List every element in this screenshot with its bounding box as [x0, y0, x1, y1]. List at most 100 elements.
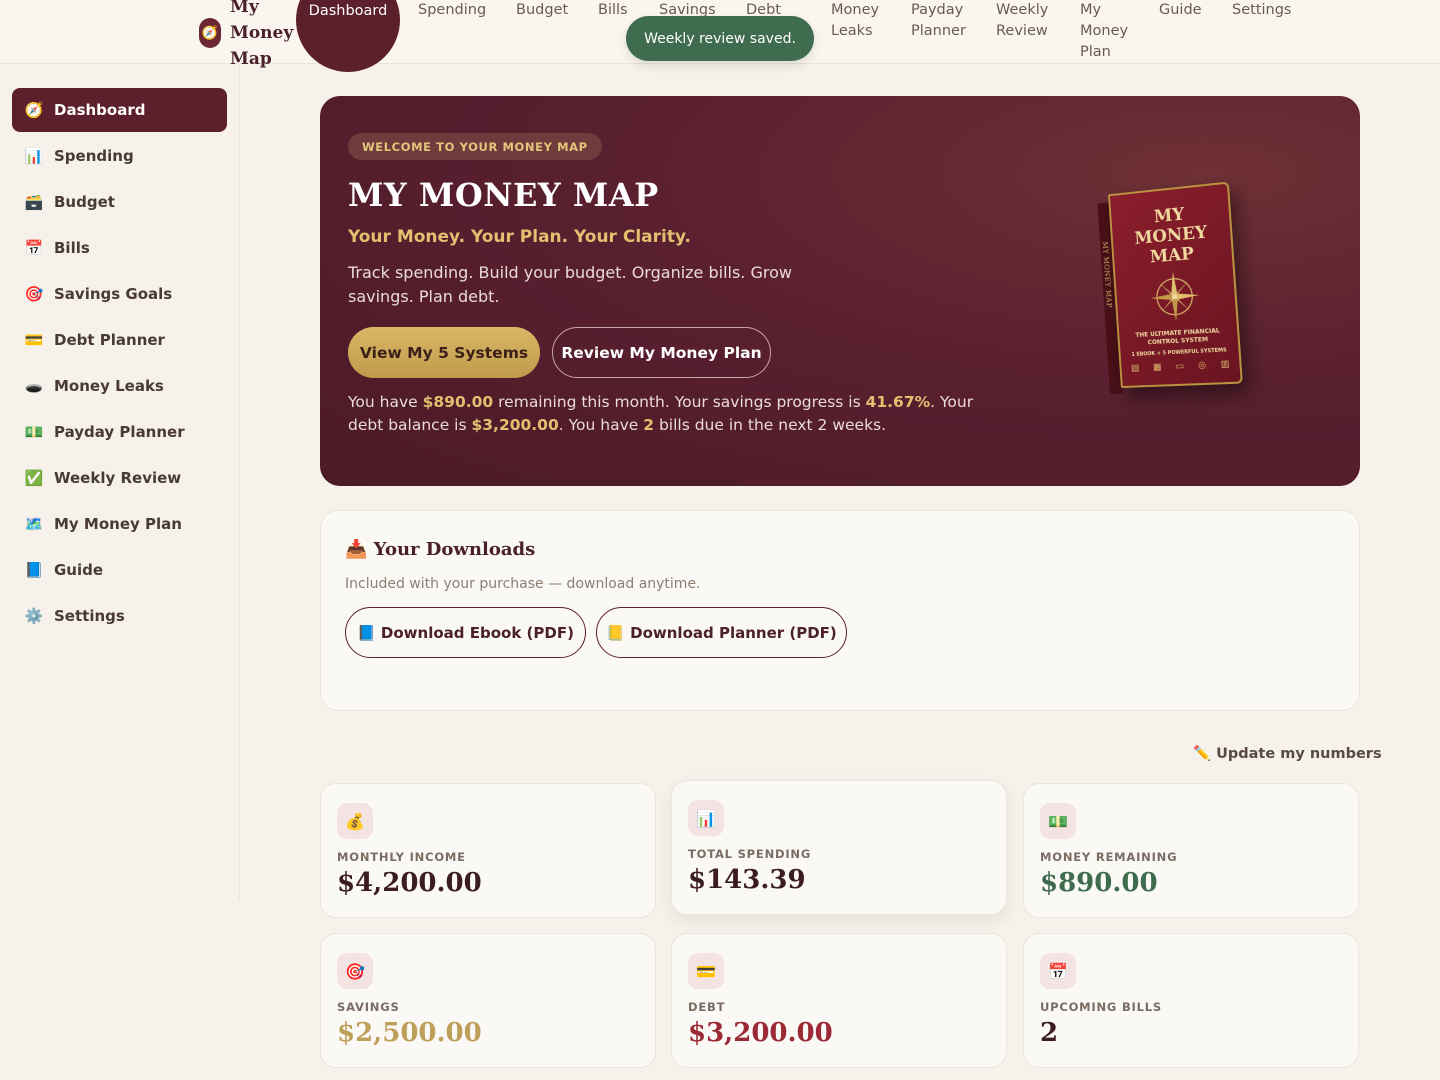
sidebar-item-settings[interactable]: ⚙️ Settings	[12, 594, 227, 638]
dollar-bill-icon: 💵	[24, 423, 44, 441]
stat-label: SAVINGS	[337, 1000, 400, 1014]
stat-label: MONTHLY INCOME	[337, 850, 466, 864]
compass-icon[interactable]: 🧭	[199, 18, 221, 48]
book-icon: 📘	[24, 561, 44, 579]
sidebar-item-bills[interactable]: 📅 Bills	[12, 226, 227, 270]
dollar-bill-icon: 💵	[1040, 803, 1076, 839]
sidebar-item-my-money-plan[interactable]: 🗺️ My Money Plan	[12, 502, 227, 546]
card-box-icon: 🗃️	[24, 193, 44, 211]
sidebar-item-debt-planner[interactable]: 💳 Debt Planner	[12, 318, 227, 362]
credit-card-icon: 💳	[24, 331, 44, 349]
nav-item-money-leaks[interactable]: Money Leaks	[831, 0, 891, 42]
nav-item-weekly-review[interactable]: Weekly Review	[996, 0, 1056, 42]
stat-value: $143.39	[688, 865, 806, 895]
nav-item-spending[interactable]: Spending	[418, 0, 486, 21]
nav-item-payday-planner[interactable]: Payday Planner	[911, 0, 971, 42]
check-icon: ✅	[24, 469, 44, 487]
sidebar-item-label: Spending	[54, 147, 134, 165]
target-icon: 🎯	[24, 285, 44, 303]
stat-card-upcoming-bills: 📅 UPCOMING BILLS 2	[1023, 933, 1359, 1068]
downloads-title: 📥 Your Downloads	[345, 539, 536, 560]
hero-banner: WELCOME TO YOUR MONEY MAP MY MONEY MAP Y…	[320, 96, 1360, 486]
download-ebook-button[interactable]: 📘 Download Ebook (PDF)	[345, 607, 586, 658]
summary-text: bills due in the next 2 weeks.	[654, 416, 887, 434]
map-icon: 🗺️	[24, 515, 44, 533]
sidebar-item-label: Guide	[54, 561, 104, 579]
brand-name[interactable]: My Money Map	[230, 0, 293, 72]
sidebar-item-spending[interactable]: 📊 Spending	[12, 134, 227, 178]
credit-card-icon: 💳	[688, 953, 724, 989]
stat-label: UPCOMING BILLS	[1040, 1000, 1162, 1014]
stat-value: 2	[1040, 1018, 1059, 1048]
calendar-icon: 📅	[1040, 953, 1076, 989]
nav-item-my-money-plan[interactable]: My Money Plan	[1080, 0, 1140, 63]
chart-icon: ▥	[1220, 359, 1230, 371]
nav-item-budget[interactable]: Budget	[516, 0, 568, 21]
hero-description: Track spending. Build your budget. Organ…	[348, 263, 792, 306]
summary-text: You have	[348, 393, 423, 411]
sidebar-item-label: My Money Plan	[54, 515, 182, 533]
sidebar-item-dashboard[interactable]: 🧭 Dashboard	[12, 88, 227, 132]
hero-summary: You have $890.00 remaining this month. Y…	[348, 391, 988, 437]
sidebar-item-budget[interactable]: 🗃️ Budget	[12, 180, 227, 224]
nav-item-bills[interactable]: Bills	[598, 0, 628, 21]
calendar-icon: 📅	[24, 239, 44, 257]
sidebar-item-weekly-review[interactable]: ✅ Weekly Review	[12, 456, 227, 500]
review-plan-button[interactable]: Review My Money Plan	[552, 327, 771, 378]
debt-balance: $3,200.00	[471, 416, 559, 434]
sidebar-item-label: Savings Goals	[54, 285, 173, 303]
stat-label: MONEY REMAINING	[1040, 850, 1178, 864]
nav-item-dashboard[interactable]: Dashboard	[296, 0, 400, 72]
bills-due-count: 2	[643, 416, 655, 434]
hero-title: MY MONEY MAP	[348, 176, 659, 214]
welcome-badge: WELCOME TO YOUR MONEY MAP	[348, 133, 602, 160]
book-title: MY MONEY MAP	[1111, 200, 1232, 270]
stat-value: $3,200.00	[688, 1018, 833, 1048]
sidebar-item-payday-planner[interactable]: 💵 Payday Planner	[12, 410, 227, 454]
sidebar-item-label: Dashboard	[54, 101, 146, 119]
stat-value: $4,200.00	[337, 868, 482, 898]
sidebar-item-label: Debt Planner	[54, 331, 165, 349]
stat-card-debt: 💳 DEBT $3,200.00	[671, 933, 1007, 1068]
money-bag-icon: 💰	[337, 803, 373, 839]
stat-card-total-spending: 📊 TOTAL SPENDING $143.39	[671, 780, 1007, 915]
downloads-card: 📥 Your Downloads Included with your purc…	[320, 510, 1360, 711]
compass-rose-icon	[1150, 271, 1200, 322]
stat-label: TOTAL SPENDING	[688, 847, 812, 861]
compass-icon: 🧭	[24, 101, 44, 119]
clipboard-icon: ▤	[1130, 363, 1140, 374]
book-cover: MY MONEY MAP THE ULTIMATE FINANCIAL CONT…	[1107, 181, 1243, 389]
downloads-subtitle: Included with your purchase — download a…	[345, 576, 701, 592]
update-numbers-link[interactable]: ✏️ Update my numbers	[1193, 745, 1382, 762]
stat-card-savings: 🎯 SAVINGS $2,500.00	[320, 933, 656, 1068]
top-navigation: 🧭 My Money Map Dashboard Spending Budget…	[0, 0, 1440, 72]
sidebar-item-guide[interactable]: 📘 Guide	[12, 548, 227, 592]
summary-text: remaining this month. Your savings progr…	[493, 393, 866, 411]
toast-notification: Weekly review saved.	[626, 16, 814, 61]
calendar-icon: ▦	[1152, 362, 1162, 373]
sidebar-item-label: Settings	[54, 607, 125, 625]
book-tagline-line: 1 EBOOK + 5 POWERFUL SYSTEMS	[1131, 347, 1228, 358]
card-icon: ▭	[1175, 361, 1185, 372]
remaining-amount: $890.00	[422, 393, 494, 411]
gear-icon: ⚙️	[24, 607, 44, 625]
nav-item-guide[interactable]: Guide	[1159, 0, 1202, 21]
sidebar-item-label: Money Leaks	[54, 377, 164, 395]
view-systems-button[interactable]: View My 5 Systems	[348, 327, 540, 378]
savings-progress: 41.67%	[865, 393, 931, 411]
stat-card-monthly-income: 💰 MONTHLY INCOME $4,200.00	[320, 783, 656, 918]
target-icon: 🎯	[337, 953, 373, 989]
target-icon: ◎	[1197, 360, 1207, 372]
download-planner-button[interactable]: 📒 Download Planner (PDF)	[596, 607, 847, 658]
bar-chart-icon: 📊	[688, 800, 724, 836]
sidebar-item-money-leaks[interactable]: 🕳️ Money Leaks	[12, 364, 227, 408]
sidebar: 🧭 Dashboard 📊 Spending 🗃️ Budget 📅 Bills…	[0, 64, 240, 900]
nav-item-label: Dashboard	[308, 3, 388, 19]
sidebar-item-label: Payday Planner	[54, 423, 185, 441]
bar-chart-icon: 📊	[24, 147, 44, 165]
book-tagline: THE ULTIMATE FINANCIAL CONTROL SYSTEM 1 …	[1119, 326, 1239, 359]
nav-item-settings[interactable]: Settings	[1232, 0, 1291, 21]
sidebar-item-savings-goals[interactable]: 🎯 Savings Goals	[12, 272, 227, 316]
stat-value: $2,500.00	[337, 1018, 482, 1048]
book-system-icons: ▤ ▦ ▭ ◎ ▥	[1131, 360, 1230, 374]
